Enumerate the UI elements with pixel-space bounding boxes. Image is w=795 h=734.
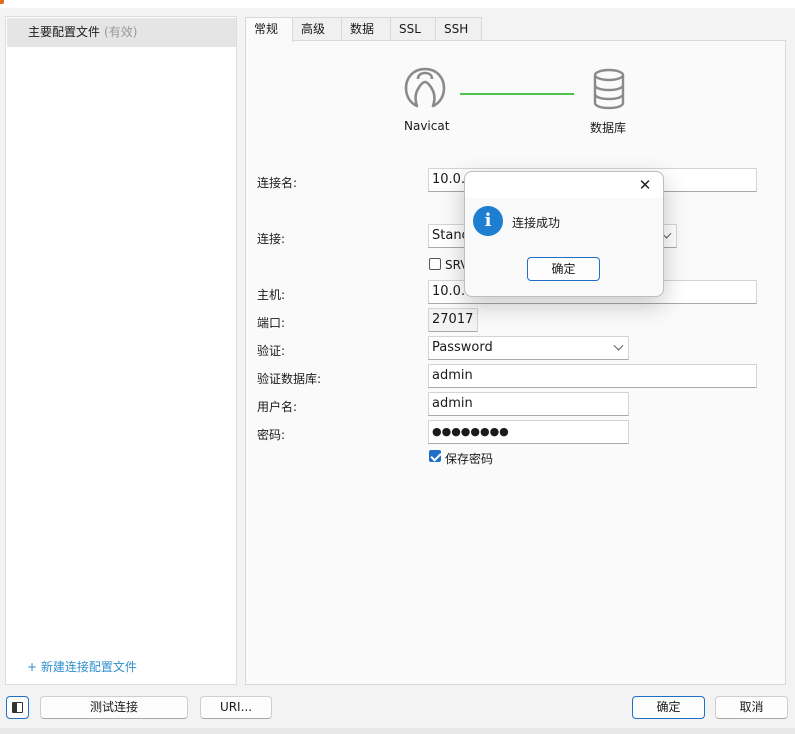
auth-label: 验证:: [257, 344, 286, 358]
password-label: 密码:: [257, 428, 286, 442]
profile-item-main[interactable]: 主要配置文件 (有效): [7, 18, 236, 47]
connection-type-label: 连接:: [257, 232, 286, 246]
auth-value: Password: [432, 340, 493, 355]
window-bottom-edge: [0, 728, 795, 734]
tab-bar: 常规 高级 数据库 SSL SSH: [245, 17, 482, 59]
tab-general[interactable]: 常规: [245, 17, 293, 42]
username-label: 用户名:: [257, 400, 298, 414]
auth-select[interactable]: Password: [428, 336, 629, 360]
save-password-checkbox[interactable]: [429, 450, 441, 462]
ok-button[interactable]: 确定: [632, 696, 705, 719]
database-icon: [593, 68, 625, 110]
dialog-message: 连接成功: [512, 216, 561, 230]
port-field[interactable]: 27017: [428, 308, 478, 332]
profile-item-label: 主要配置文件: [28, 25, 101, 39]
database-label: 数据库: [590, 121, 627, 135]
username-field[interactable]: admin: [428, 392, 629, 416]
navicat-label: Navicat: [404, 119, 450, 133]
tab-ssh[interactable]: SSH: [436, 17, 482, 41]
srv-checkbox[interactable]: [429, 258, 441, 270]
navicat-logo-icon: [404, 67, 446, 108]
port-label: 端口:: [257, 316, 286, 330]
new-profile-link[interactable]: + 新建连接配置文件: [27, 658, 137, 675]
cancel-button[interactable]: 取消: [715, 696, 788, 719]
info-icon: i: [473, 206, 503, 236]
tab-ssl[interactable]: SSL: [391, 17, 436, 41]
chevron-down-icon: [613, 340, 624, 351]
test-connection-button[interactable]: 测试连接: [40, 696, 188, 719]
close-icon[interactable]: ✕: [637, 177, 653, 193]
profile-sidebar: 主要配置文件 (有效) + 新建连接配置文件: [5, 16, 237, 685]
dialog-ok-button[interactable]: 确定: [527, 257, 600, 281]
save-password-label: 保存密码: [445, 452, 494, 466]
app-icon: [0, 0, 4, 4]
connection-success-dialog: ✕ i 连接成功 确定: [464, 171, 664, 297]
auth-db-field[interactable]: admin: [428, 364, 757, 388]
password-field[interactable]: ●●●●●●●●: [428, 420, 629, 444]
tab-advanced[interactable]: 高级: [293, 17, 342, 41]
toggle-sidebar-button[interactable]: [6, 696, 29, 719]
dialog-header: [465, 172, 663, 198]
auth-db-label: 验证数据库:: [257, 372, 322, 386]
general-tab-panel: [245, 40, 786, 685]
connection-line: [460, 93, 574, 95]
profile-status: (有效): [104, 25, 138, 39]
host-label: 主机:: [257, 288, 286, 302]
title-bar: [0, 0, 795, 8]
tab-database[interactable]: 数据库: [342, 17, 391, 59]
connection-name-label: 连接名:: [257, 176, 298, 190]
uri-button[interactable]: URI...: [200, 696, 272, 719]
sidebar-icon: [12, 702, 23, 713]
